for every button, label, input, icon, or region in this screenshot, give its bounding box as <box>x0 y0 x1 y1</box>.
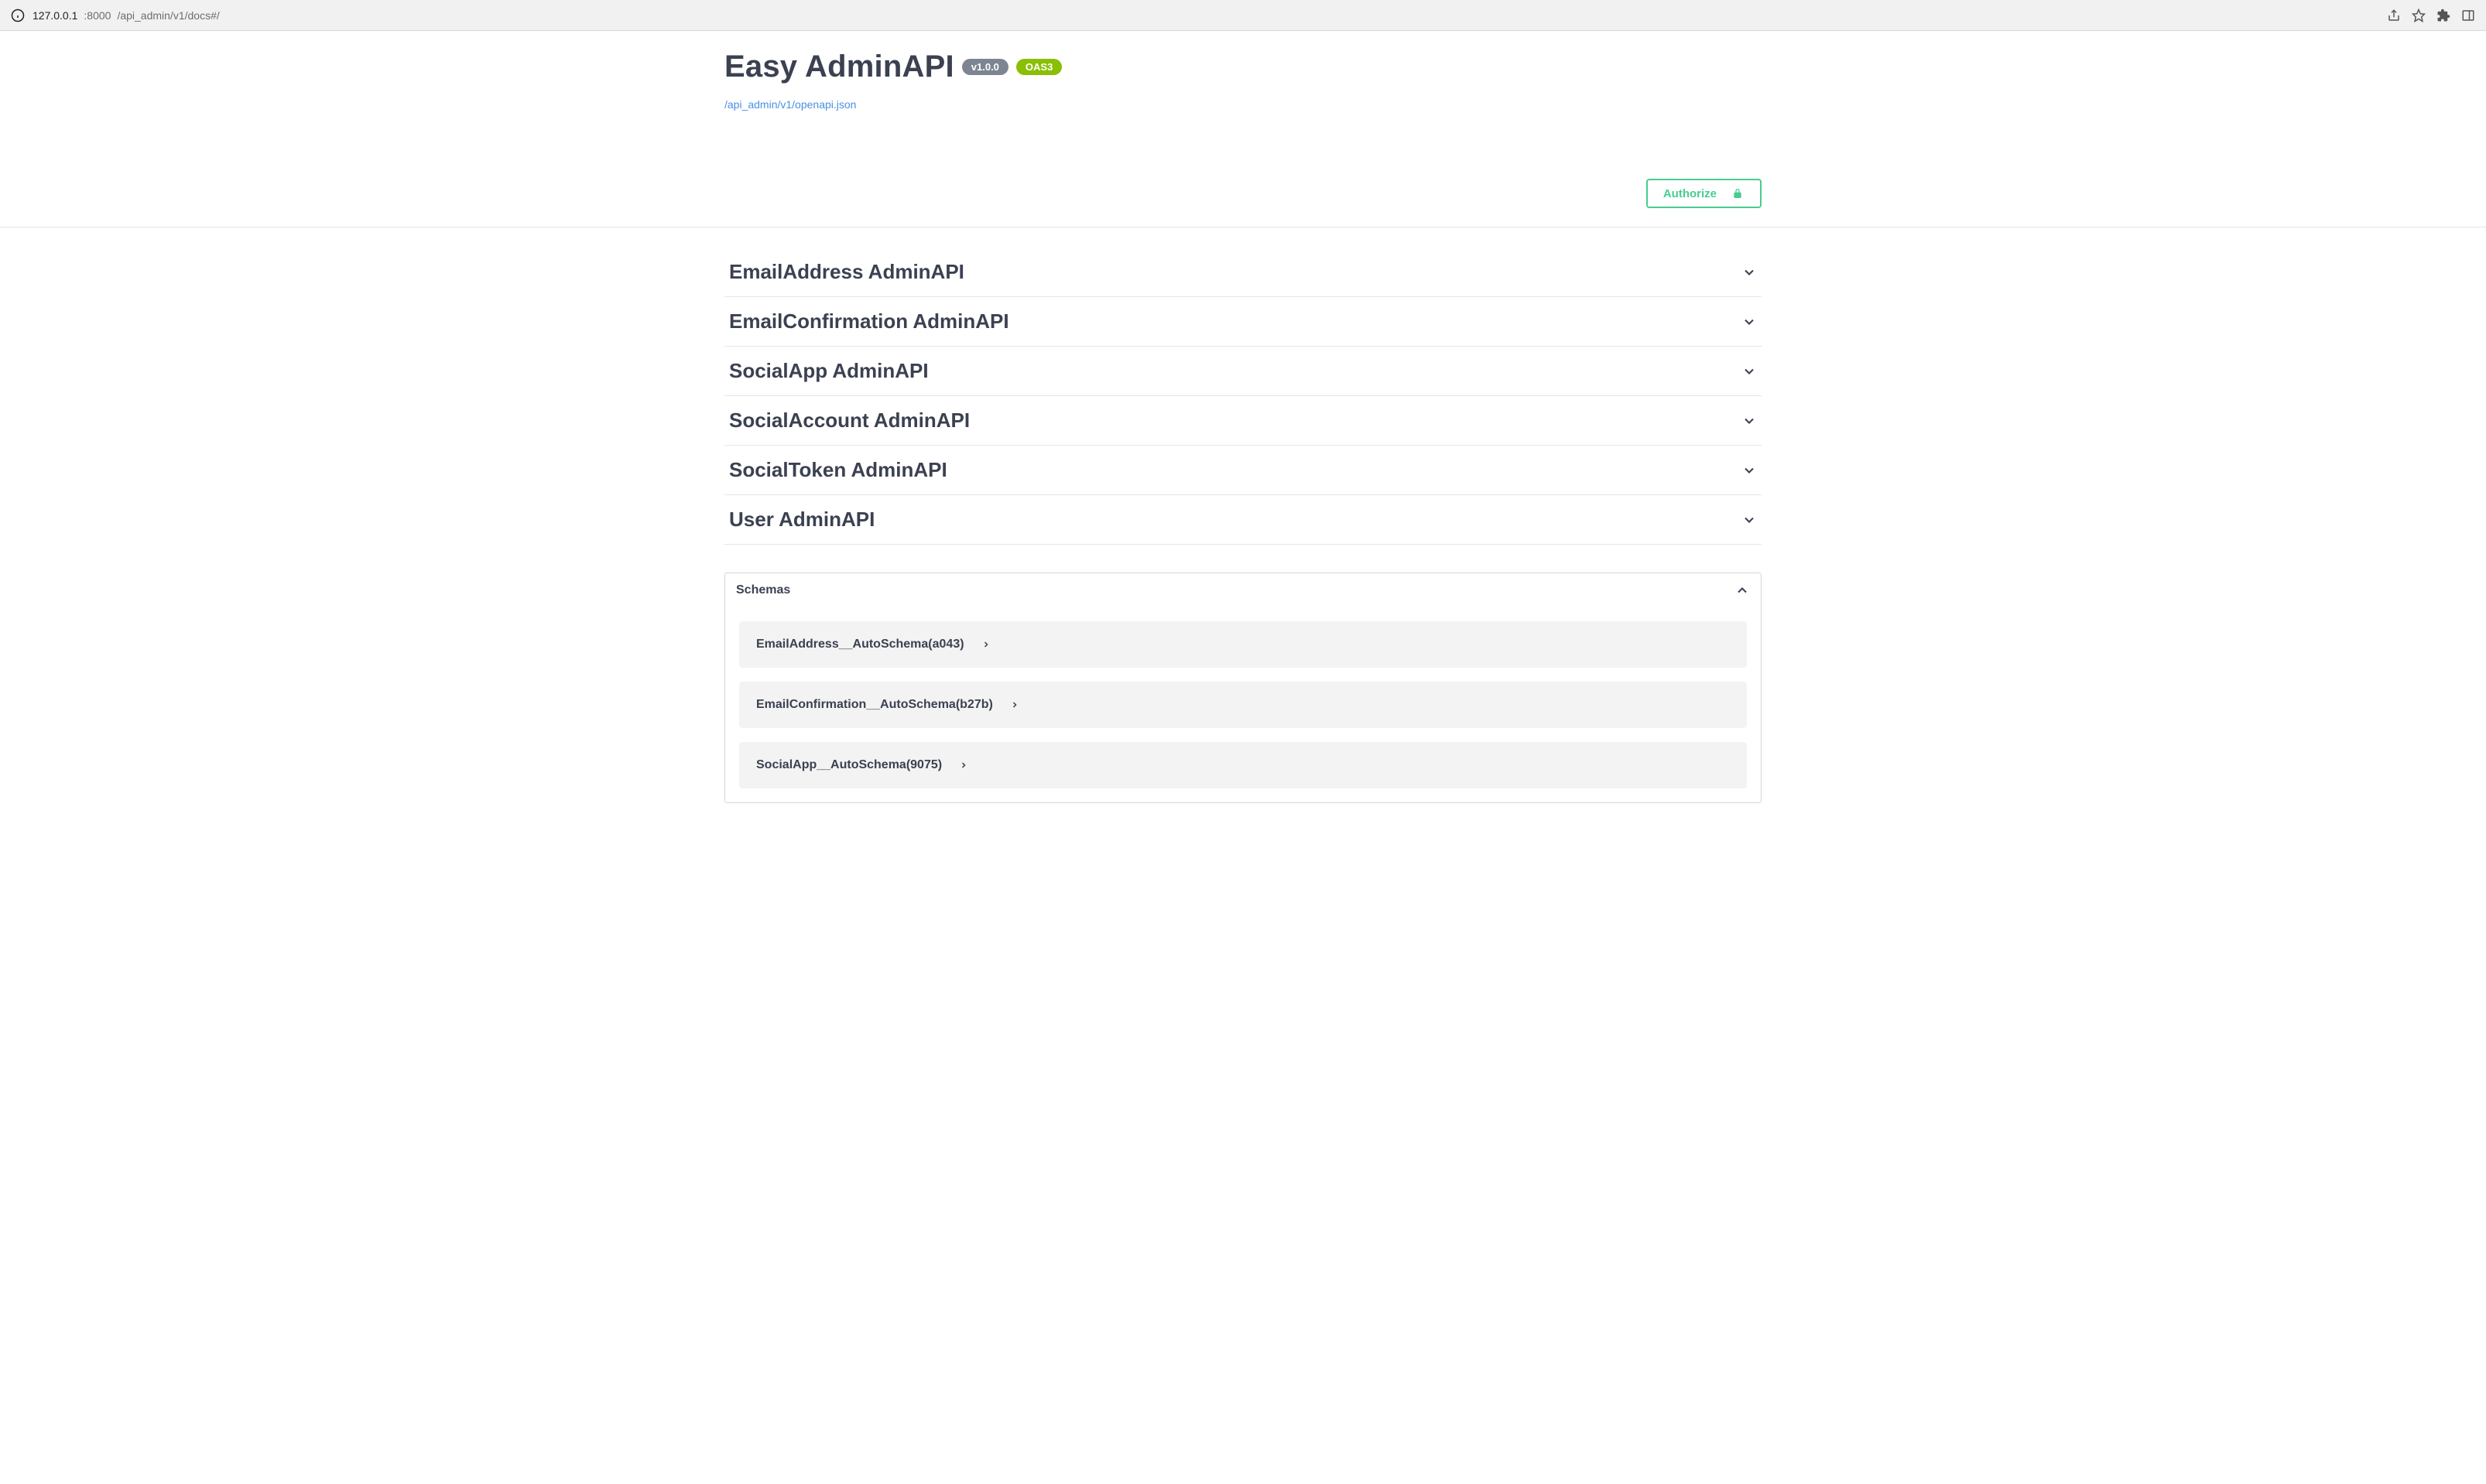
schema-name: SocialApp__AutoSchema(9075) <box>756 758 942 772</box>
schema-name: EmailAddress__AutoSchema(a043) <box>756 638 964 651</box>
openapi-spec-link[interactable]: /api_admin/v1/openapi.json <box>724 98 1762 111</box>
site-info-icon[interactable] <box>11 9 25 22</box>
browser-action-icons <box>2387 9 2475 22</box>
tag-title: User AdminAPI <box>729 508 875 532</box>
bookmark-star-icon[interactable] <box>2412 9 2426 22</box>
authorize-row: Authorize <box>709 125 1777 227</box>
tag-title: SocialAccount AdminAPI <box>729 409 970 433</box>
schema-name: EmailConfirmation__AutoSchema(b27b) <box>756 698 993 712</box>
tag-row[interactable]: SocialToken AdminAPI <box>724 446 1762 495</box>
side-panel-icon[interactable] <box>2461 9 2475 22</box>
tag-title: EmailAddress AdminAPI <box>729 260 964 284</box>
chevron-down-icon <box>1741 314 1757 330</box>
chevron-down-icon <box>1741 265 1757 280</box>
chevron-down-icon <box>1741 413 1757 429</box>
tag-title: SocialToken AdminAPI <box>729 458 947 482</box>
api-title: Easy AdminAPI <box>724 50 954 84</box>
url-port: :8000 <box>84 9 111 22</box>
main-content: EmailAddress AdminAPI EmailConfirmation A… <box>709 227 1777 834</box>
tag-row[interactable]: EmailAddress AdminAPI <box>724 248 1762 297</box>
oas-badge: OAS3 <box>1016 59 1062 75</box>
url-display[interactable]: 127.0.0.1 :8000/api_admin/v1/docs#/ <box>33 9 2379 22</box>
tag-title: SocialApp AdminAPI <box>729 359 929 383</box>
tag-title: EmailConfirmation AdminAPI <box>729 309 1009 333</box>
share-icon[interactable] <box>2387 9 2401 22</box>
tag-row[interactable]: SocialApp AdminAPI <box>724 347 1762 396</box>
authorize-button[interactable]: Authorize <box>1646 179 1762 208</box>
api-header: Easy AdminAPI v1.0.0 OAS3 /api_admin/v1/… <box>709 31 1777 125</box>
chevron-right-icon <box>1007 697 1022 713</box>
authorize-label: Authorize <box>1663 187 1717 200</box>
version-badge: v1.0.0 <box>962 59 1008 75</box>
tag-row[interactable]: SocialAccount AdminAPI <box>724 396 1762 446</box>
lock-icon <box>1731 186 1745 200</box>
chevron-up-icon <box>1734 583 1750 598</box>
chevron-right-icon <box>978 637 994 652</box>
schema-item[interactable]: SocialApp__AutoSchema(9075) <box>739 742 1747 788</box>
chevron-down-icon <box>1741 512 1757 528</box>
extensions-icon[interactable] <box>2436 9 2450 22</box>
url-host: 127.0.0.1 <box>33 9 77 22</box>
url-path: /api_admin/v1/docs#/ <box>117 9 219 22</box>
chevron-right-icon <box>956 757 971 773</box>
schemas-header[interactable]: Schemas <box>725 573 1761 607</box>
chevron-down-icon <box>1741 463 1757 478</box>
schema-item[interactable]: EmailAddress__AutoSchema(a043) <box>739 621 1747 668</box>
chevron-down-icon <box>1741 364 1757 379</box>
tag-row[interactable]: User AdminAPI <box>724 495 1762 545</box>
schemas-section: Schemas EmailAddress__AutoSchema(a043) Em… <box>724 573 1762 803</box>
schema-item[interactable]: EmailConfirmation__AutoSchema(b27b) <box>739 682 1747 728</box>
tag-row[interactable]: EmailConfirmation AdminAPI <box>724 297 1762 347</box>
browser-location-bar: 127.0.0.1 :8000/api_admin/v1/docs#/ <box>0 0 2486 31</box>
schemas-title: Schemas <box>736 583 790 597</box>
